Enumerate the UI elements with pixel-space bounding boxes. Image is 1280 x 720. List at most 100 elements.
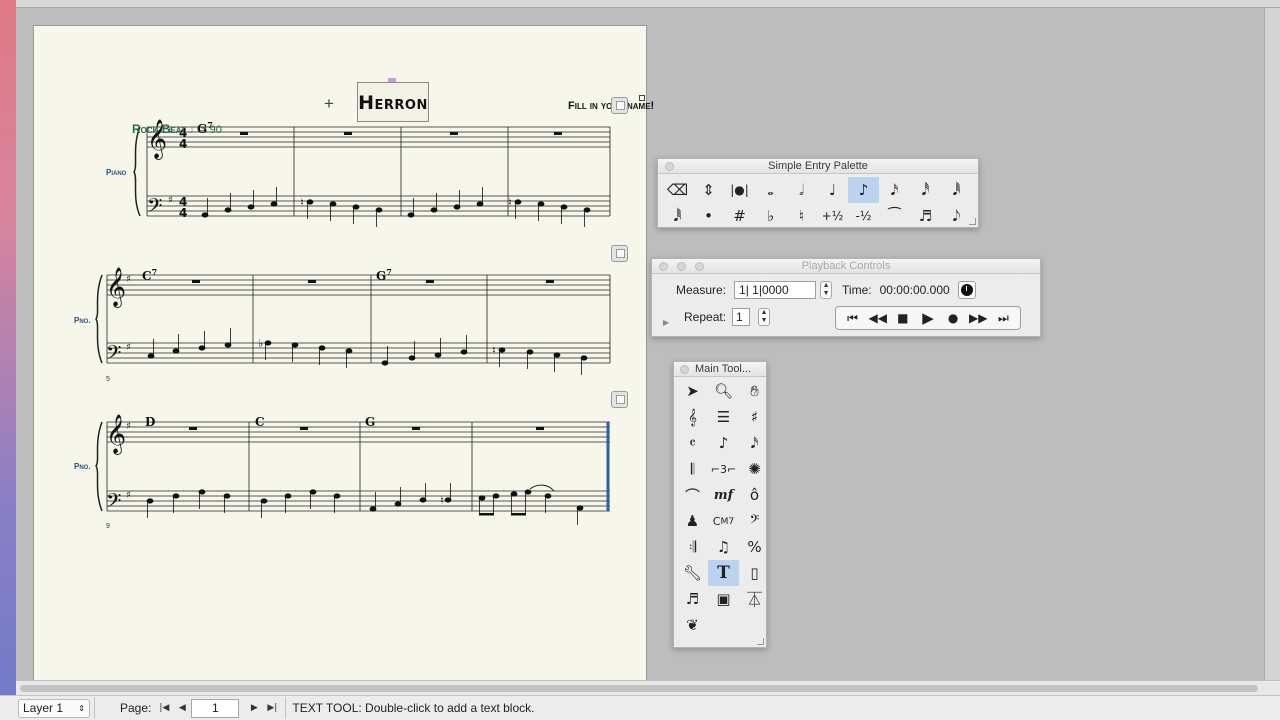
record-button[interactable]: ● — [942, 311, 964, 325]
smart-shape-tool-icon[interactable]: ✺ — [739, 456, 770, 482]
staff-tool-icon[interactable]: 𝄞 — [677, 404, 708, 430]
system-lock-icon[interactable] — [611, 245, 628, 262]
score-page[interactable]: 𝄞 𝄢 𝄞 𝄢 𝄞 𝄢 ♯ ♯ ♯ ♯ ♯ ♯ 44 44 ♮ ♮ ♭ ♮ ♮ … — [34, 26, 654, 681]
eraser-icon[interactable]: ⌫ — [662, 177, 693, 203]
eighth-note-icon[interactable]: ♪ — [848, 177, 879, 203]
time-signature-tool-icon[interactable]: 𝄴 — [677, 430, 708, 456]
chord-symbol[interactable]: G7 — [197, 120, 213, 136]
horizontal-scrollbar[interactable] — [16, 680, 1280, 695]
sharp-icon[interactable]: # — [724, 203, 755, 229]
main-tool-palette[interactable]: Main Tool... ➤ 🔍︎ ✋︎ 𝄞 ☰ ♯ 𝄴 ♪ 𝅘𝅥𝅯 𝄃 ⌐3⌐… — [673, 361, 767, 648]
wrench-tool-icon[interactable]: 🔧︎ — [677, 560, 708, 586]
minimize-icon[interactable] — [677, 262, 686, 271]
tuplet-tool-icon[interactable]: ⌐3⌐ — [708, 456, 739, 482]
sixteenth-note-icon[interactable]: 𝅘𝅥𝅯 — [879, 177, 910, 203]
articulation-slur-tool-icon[interactable]: ⌒ — [677, 482, 708, 508]
thirtysecond-note-icon[interactable]: 𝅘𝅥𝅰 — [910, 177, 941, 203]
natural-icon[interactable]: ♮ — [786, 203, 817, 229]
forward-to-end-button[interactable]: ⏭ — [992, 311, 1014, 326]
page-number-input[interactable]: 1 — [191, 698, 240, 718]
measure-stepper[interactable]: ▲ ▼ — [820, 281, 833, 299]
palette-title-bar[interactable]: Simple Entry Palette — [658, 159, 978, 174]
tuplet-icon[interactable]: ♬ — [910, 203, 941, 229]
close-icon[interactable] — [680, 365, 689, 374]
fast-forward-button[interactable]: ▶▶ — [967, 311, 989, 325]
previous-page-icon[interactable]: ◀ — [173, 699, 191, 718]
palette-title-bar[interactable]: Playback Controls — [652, 259, 1040, 274]
stop-button[interactable]: ■ — [892, 311, 914, 325]
clock-button[interactable] — [957, 281, 976, 299]
chord-symbol[interactable]: C7 — [142, 267, 157, 283]
svg-text:♯: ♯ — [126, 274, 131, 285]
special-tools-icon[interactable]: ♬ — [677, 586, 708, 612]
chord-symbol[interactable]: D — [145, 415, 155, 429]
status-message: TEXT TOOL: Double-click to add a text bl… — [292, 701, 535, 715]
measure-number: 9 — [106, 523, 110, 530]
speedy-entry-tool-icon[interactable]: 𝅘𝅥𝅯 — [739, 430, 770, 456]
tie-icon[interactable]: ⁀ — [879, 203, 910, 229]
tie-toggle-icon[interactable]: ⇕ — [693, 177, 724, 203]
mirror-tool-icon[interactable]: ♫ — [708, 534, 739, 560]
playback-controls[interactable]: Playback Controls Measure: 1| 1|0000 ▲ ▼ … — [651, 258, 1041, 337]
articulation-tool-icon[interactable]: ô — [739, 482, 770, 508]
half-note-icon[interactable]: 𝅗𝅥 — [786, 177, 817, 203]
rewind-to-start-button[interactable]: ⏮ — [842, 311, 864, 326]
expression-tool-icon[interactable]: mf — [708, 482, 739, 508]
hundredtwentyeighth-note-icon[interactable]: 𝅘𝅥𝅱 — [662, 203, 693, 229]
system-lock-icon[interactable] — [611, 97, 628, 114]
simple-entry-palette[interactable]: Simple Entry Palette ⌫ ⇕ |●| 𝅝 𝅗𝅥 ♩ ♪ 𝅘𝅥… — [657, 158, 979, 228]
page-layout-tool-icon[interactable]: ▯ — [739, 560, 770, 586]
measure-input[interactable]: 1| 1|0000 — [734, 281, 817, 299]
scroll-thumb[interactable] — [20, 685, 1258, 692]
text-tool-icon[interactable]: T — [708, 560, 739, 586]
vertical-scrollbar[interactable] — [1264, 8, 1280, 680]
chord-symbol[interactable]: G7 — [376, 267, 392, 283]
clef-tool-icon[interactable]: 𝄢 — [739, 508, 770, 534]
repeat-stepper[interactable]: ▲ ▼ — [758, 308, 771, 326]
sixtyfourth-note-icon[interactable]: 𝅘𝅥𝅱 — [941, 177, 972, 203]
repeat-input[interactable]: 1 — [732, 308, 751, 326]
grace-note-icon[interactable]: 𝅘𝅥𝅮 — [941, 203, 972, 229]
divider — [285, 697, 287, 719]
measure-tool-icon[interactable]: ☰ — [708, 404, 739, 430]
next-page-icon[interactable]: ▶ — [245, 699, 263, 718]
layer-select[interactable]: Layer 1 ⇕ — [18, 698, 90, 718]
chord-symbol[interactable]: C — [255, 415, 265, 429]
score-title[interactable]: Herron — [357, 82, 429, 122]
resize-handle[interactable] — [757, 638, 764, 645]
hand-grabber-tool-icon[interactable]: ✋︎ — [739, 378, 770, 404]
zoom-tool-icon[interactable]: 🔍︎ — [708, 378, 739, 404]
metronome-tool-icon[interactable]: ⏄ — [739, 586, 770, 612]
quarter-note-icon[interactable]: ♩ — [817, 177, 848, 203]
whole-note-icon[interactable]: 𝅝 — [755, 177, 786, 203]
repeat-tool-icon[interactable]: 𝄇 — [677, 534, 708, 560]
hyperscribe-tool-icon[interactable]: 𝄃 — [677, 456, 708, 482]
graphics-tool-icon[interactable]: ▣ — [708, 586, 739, 612]
flat-icon[interactable]: ♭ — [755, 203, 786, 229]
last-page-icon[interactable]: ▶| — [263, 699, 281, 718]
play-button[interactable]: ▶ — [917, 309, 939, 327]
chord-tool-icon[interactable]: C M7 — [708, 508, 739, 534]
chord-entry-icon[interactable]: |●| — [724, 177, 755, 203]
chord-symbol[interactable]: G — [365, 415, 375, 429]
half-step-down-icon[interactable]: -½ — [848, 203, 879, 229]
ossia-tool-icon[interactable]: ❦ — [677, 612, 708, 638]
resize-handle[interactable] — [969, 218, 976, 225]
system-lock-icon[interactable] — [611, 391, 628, 408]
zoom-icon[interactable] — [695, 262, 704, 271]
percent-tool-icon[interactable]: % — [739, 534, 770, 560]
composer-handle[interactable] — [639, 95, 645, 101]
palette-title-bar[interactable]: Main Tool... — [674, 362, 766, 377]
key-signature-tool-icon[interactable]: ♯ — [739, 404, 770, 430]
dot-icon[interactable]: • — [693, 203, 724, 229]
close-icon[interactable] — [665, 162, 674, 171]
half-step-up-icon[interactable]: +½ — [817, 203, 848, 229]
lyrics-tool-icon[interactable]: ♟︎ — [677, 508, 708, 534]
page-origin-mark: + — [324, 94, 334, 113]
first-page-icon[interactable]: |◀ — [155, 699, 173, 718]
simple-entry-tool-icon[interactable]: ♪ — [708, 430, 739, 456]
rewind-button[interactable]: ◀◀ — [867, 311, 889, 325]
close-icon[interactable] — [659, 262, 668, 271]
selection-tool-icon[interactable]: ➤ — [677, 378, 708, 404]
disclosure-triangle-icon[interactable]: ▶ — [663, 318, 669, 327]
